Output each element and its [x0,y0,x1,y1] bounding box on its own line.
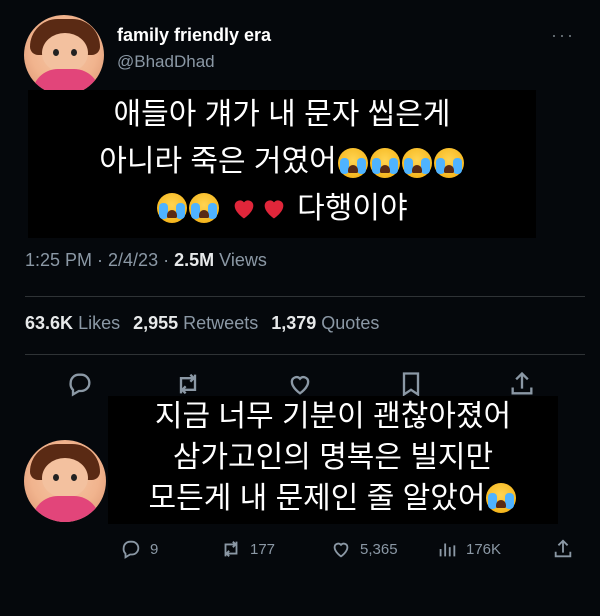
retweet-icon [179,373,197,395]
reply-caption-line-2: 삼가고인의 명복은 빌지만 [172,441,494,474]
caption-line-1: 애들아 걔가 내 문자 씹은게 [113,98,451,131]
reply-like-button[interactable]: 5,365 [330,536,398,562]
heart-icon [290,376,310,395]
crying-emoji-group [337,141,465,186]
loudly-crying-face-icon [337,147,368,178]
user-handle[interactable]: @BhadDhad [117,52,215,72]
like-button[interactable] [286,370,314,398]
tweet-metadata: 1:25 PM · 2/4/23 · 2.5M Views [25,250,267,271]
share-icon [554,539,572,558]
caption-line-2: 아니라 죽은 거였어 [28,139,536,184]
retweet-icon [224,541,238,557]
comment-icon [69,373,91,397]
tweet-timestamp[interactable]: 1:25 PM · 2/4/23 · [25,250,169,270]
share-icon [511,371,533,395]
reply-button[interactable] [66,370,94,398]
tweet-caption: 애들아 걔가 내 문자 씹은게 아니라 죽은 거였어 다행이야 [28,90,536,238]
retweets-count[interactable]: 2,955 [133,313,178,333]
red-heart-icon [264,200,284,219]
red-heart-icon [234,200,254,219]
retweet-count: 177 [250,540,276,558]
caption-line-3: 다행이야 [28,186,536,231]
retweets-label[interactable]: Retweets [183,313,258,333]
likes-label[interactable]: Likes [78,313,120,333]
views-count: 176K [466,540,502,558]
avatar-eye [71,474,77,481]
more-options-icon[interactable]: ··· [551,25,575,46]
loudly-crying-face-icon [369,147,400,178]
caption-line-2-text: 아니라 죽은 거였어 [99,145,337,178]
like-count: 5,365 [360,540,398,558]
display-name[interactable]: family friendly era [117,25,271,46]
bar-chart-icon [439,543,456,557]
loudly-crying-face-icon [433,147,464,178]
avatar-shirt [32,496,100,522]
comment-icon [122,540,140,559]
reply-caption-line-3: 모든게 내 문제인 줄 알았어 [108,478,558,519]
bookmark-icon [402,372,420,397]
views-label: Views [219,250,267,270]
heart-icon [333,542,349,558]
loudly-crying-face-icon [157,193,188,223]
avatar-eye [53,49,59,56]
avatar[interactable] [24,15,104,95]
reply-count: 9 [150,540,159,558]
loudly-crying-face-icon [486,483,517,513]
reply-caption-line-3-text: 모든게 내 문제인 줄 알았어 [148,482,486,515]
avatar-face [42,33,88,73]
reply-share-button[interactable] [552,536,582,562]
quotes-count[interactable]: 1,379 [271,313,316,333]
bookmark-button[interactable] [397,370,425,398]
reply-caption-line-1: 지금 너무 기분이 괜찮아졌어 [154,400,512,433]
likes-count[interactable]: 63.6K [25,313,73,333]
caption-line-3-text: 다행이야 [297,192,408,225]
views-count: 2.5M [174,250,215,270]
avatar-eye [71,49,77,56]
divider [25,296,585,297]
retweet-button[interactable] [174,370,202,398]
reply-views-button[interactable]: 176K [436,536,501,562]
reply-avatar[interactable] [24,440,106,522]
avatar-face [42,458,88,498]
reply-caption: 지금 너무 기분이 괜찮아졌어 삼가고인의 명복은 빌지만 모든게 내 문제인 … [108,396,558,524]
share-button[interactable] [508,370,536,398]
quotes-label[interactable]: Quotes [321,313,379,333]
avatar-eye [53,474,59,481]
engagement-stats: 63.6K Likes 2,955 Retweets 1,379 Quotes [25,313,379,334]
reply-retweet-button[interactable]: 177 [220,536,275,562]
loudly-crying-face-icon [401,147,432,178]
loudly-crying-face-icon [189,193,220,223]
divider [25,354,585,355]
reply-reply-button[interactable]: 9 [120,536,158,562]
